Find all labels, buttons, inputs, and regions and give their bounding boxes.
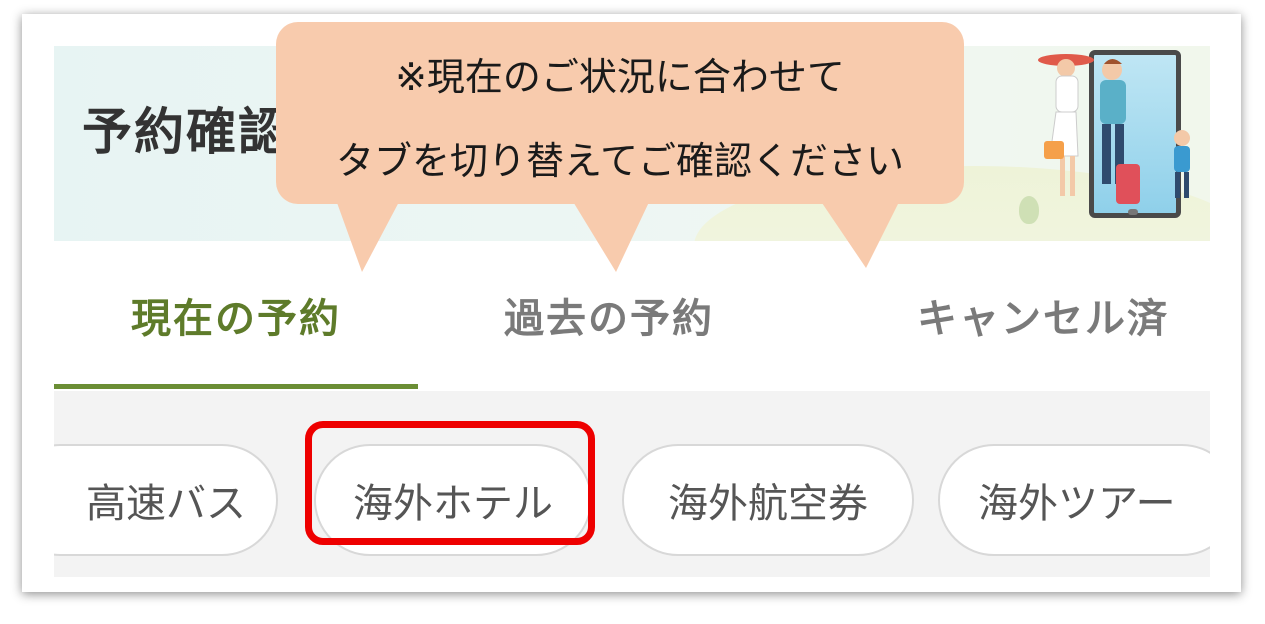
chip-label: 海外ツアー [978,481,1176,527]
instruction-callout: ※現在のご状況に合わせて タブを切り替えてご確認ください [276,22,964,204]
reservation-tabs: 現在の予約 過去の予約 キャンセル済 [54,241,1210,391]
tab-current-reservations[interactable]: 現在の予約 [54,241,418,389]
page-title: 予約確認 [82,103,290,161]
tab-label: キャンセル済 [917,296,1169,342]
chip-highway-bus[interactable]: 高速バス [54,444,278,556]
travel-family-illustration [1004,46,1210,241]
selected-chip-highlight [305,421,595,545]
callout-line-1: ※現在のご状況に合わせて [395,55,845,99]
tab-label: 過去の予約 [504,296,714,342]
tab-cancelled[interactable]: キャンセル済 [854,241,1232,389]
tab-past-reservations[interactable]: 過去の予約 [418,241,800,389]
chip-label: 海外航空券 [668,481,868,527]
category-chip-list: 高速バス 海外ホテル 海外航空券 海外ツアー [54,391,1210,577]
chip-overseas-tours[interactable]: 海外ツアー [938,444,1210,556]
tab-label: 現在の予約 [131,296,341,342]
family-icon [1038,54,1190,204]
chip-label: 高速バス [86,481,246,527]
callout-line-2: タブを切り替えてご確認ください [335,139,905,183]
chip-overseas-flights[interactable]: 海外航空券 [622,444,914,556]
